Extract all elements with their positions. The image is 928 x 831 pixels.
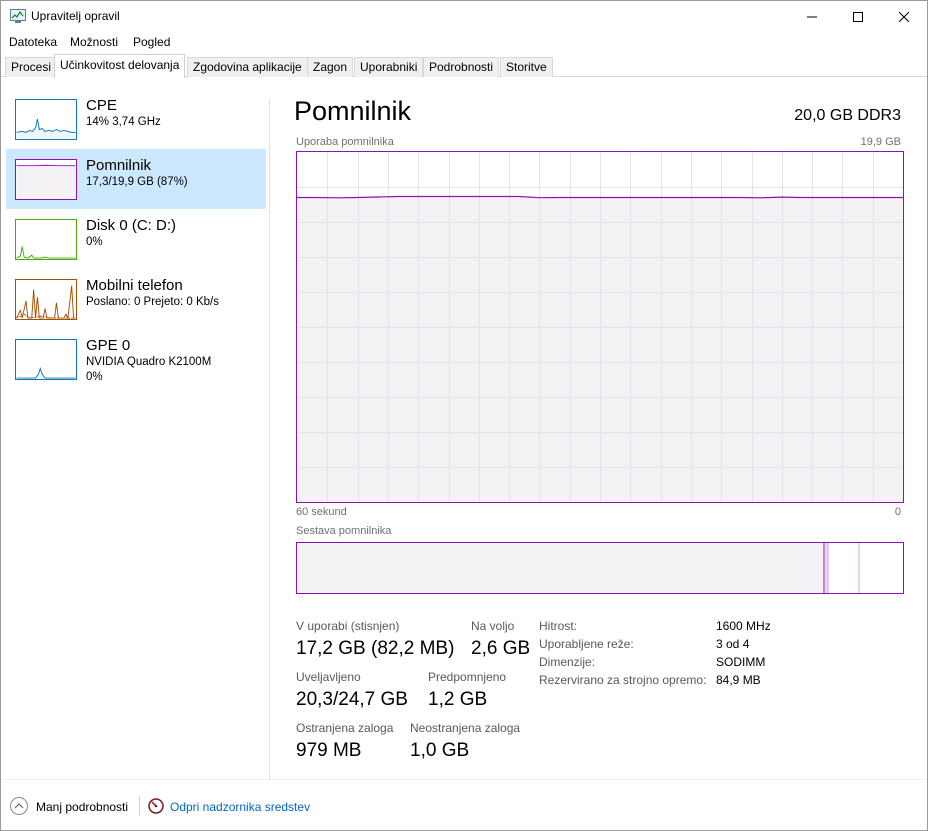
sidebar-item-memory-name: Pomnilnik	[86, 157, 152, 174]
tab-performance[interactable]: Učinkovitost delovanja	[54, 54, 186, 78]
memory-composition-chart	[297, 543, 860, 593]
tab-app-history[interactable]: Zgodovina aplikacije	[187, 57, 308, 77]
speed-value: 1600 MHz	[716, 619, 771, 633]
tab-bar: Procesi Učinkovitost delovanja Zgodovina…	[1, 54, 927, 78]
resource-sidebar: CPE 14% 3,74 GHz Pomnilnik 17,3/19,9 GB …	[1, 77, 271, 777]
fewer-details-button[interactable]: Manj podrobnosti	[36, 800, 128, 814]
page-title: Pomnilnik	[294, 96, 412, 126]
form-factor-value: SODIMM	[716, 655, 766, 669]
menu-bar: Datoteka Možnosti Pogled	[1, 32, 927, 52]
nonpaged-pool-label: Neostranjena zaloga	[410, 721, 521, 735]
sidebar-item-cpu-value: 14% 3,74 GHz	[86, 116, 161, 128]
sidebar-item-gpu-model: NVIDIA Quadro K2100M	[86, 356, 212, 368]
chevron-up-icon[interactable]	[10, 797, 28, 815]
sidebar-item-memory[interactable]: Pomnilnik 17,3/19,9 GB (87%)	[6, 149, 266, 209]
network-graph-thumbnail	[15, 279, 77, 320]
in-use-label: V uporabi (stisnjen)	[296, 619, 400, 633]
task-manager-app-icon	[10, 9, 26, 23]
footer-bar: Manj podrobnosti Odpri nadzornika sredst…	[1, 779, 927, 831]
committed-label: Uveljavljeno	[296, 670, 361, 684]
sidebar-item-gpu-name: GPE 0	[86, 337, 131, 354]
paged-pool-label: Ostranjena zaloga	[296, 721, 394, 735]
menu-view[interactable]: Pogled	[133, 35, 170, 49]
graph-time-end: 0	[894, 506, 901, 518]
resource-monitor-icon	[148, 798, 164, 814]
maximize-button[interactable]	[835, 1, 881, 32]
form-factor-label: Dimenzije:	[539, 655, 596, 669]
sidebar-item-network-name: Mobilni telefon	[86, 277, 183, 294]
tab-processes[interactable]: Procesi	[5, 57, 58, 77]
panel-divider	[269, 99, 270, 779]
paged-pool-value: 979 MB	[296, 740, 362, 761]
sidebar-item-disk[interactable]: Disk 0 (C: D:) 0%	[6, 209, 266, 269]
memory-usage-graph-max: 19,9 GB	[860, 136, 901, 148]
tab-services[interactable]: Storitve	[500, 57, 553, 77]
sidebar-item-memory-value: 17,3/19,9 GB (87%)	[86, 176, 188, 188]
cached-value: 1,2 GB	[428, 689, 488, 710]
tab-startup[interactable]: Zagon	[307, 57, 354, 77]
close-icon	[899, 11, 909, 22]
graph-time-start: 60 sekund	[296, 506, 347, 518]
memory-composition-bar	[296, 542, 904, 594]
slots-value: 3 od 4	[716, 637, 750, 651]
memory-usage-graph-label: Uporaba pomnilnika	[296, 136, 394, 148]
in-use-value: 17,2 GB (82,2 MB)	[296, 638, 455, 659]
menu-options[interactable]: Možnosti	[70, 35, 118, 49]
slots-label: Uporabljene reže:	[539, 637, 634, 651]
committed-value: 20,3/24,7 GB	[296, 689, 408, 710]
close-button[interactable]	[881, 1, 927, 32]
minimize-button[interactable]	[789, 1, 835, 32]
disk-graph-thumbnail	[15, 219, 77, 260]
memory-composition-label: Sestava pomnilnika	[296, 525, 392, 537]
footer-separator	[139, 796, 140, 816]
hardware-reserved-label: Rezervirano za strojno opremo:	[539, 673, 707, 687]
menu-file[interactable]: Datoteka	[9, 35, 57, 49]
tab-details[interactable]: Podrobnosti	[423, 57, 500, 77]
sidebar-item-cpu-name: CPE	[86, 97, 117, 114]
memory-usage-graph	[296, 151, 904, 503]
window-title: Upravitelj opravil	[31, 9, 120, 23]
cpu-graph-thumbnail	[15, 99, 77, 140]
task-manager-window: Upravitelj opravil Datoteka Možnosti Pog…	[0, 0, 928, 831]
sidebar-item-gpu[interactable]: GPE 0 NVIDIA Quadro K2100M 0%	[6, 329, 266, 389]
nonpaged-pool-value: 1,0 GB	[410, 740, 470, 761]
sidebar-item-disk-value: 0%	[86, 236, 103, 248]
tab-users[interactable]: Uporabniki	[354, 57, 424, 77]
hardware-reserved-value: 84,9 MB	[716, 673, 761, 687]
memory-graph-thumbnail	[15, 159, 77, 200]
composition-in-use	[297, 543, 824, 593]
open-resource-monitor-link[interactable]: Odpri nadzornika sredstev	[170, 800, 310, 814]
minimize-icon	[807, 16, 817, 17]
memory-spec: 20,0 GB DDR3	[794, 107, 901, 124]
cached-label: Predpomnjeno	[428, 670, 507, 684]
sidebar-item-gpu-value: 0%	[86, 371, 103, 383]
sidebar-item-network-value: Poslano: 0 Prejeto: 0 Kb/s	[86, 296, 219, 308]
speed-label: Hitrost:	[539, 619, 578, 633]
sidebar-item-cpu[interactable]: CPE 14% 3,74 GHz	[6, 89, 266, 149]
memory-usage-chart	[297, 152, 903, 502]
gpu-graph-thumbnail	[15, 339, 77, 380]
available-value: 2,6 GB	[471, 638, 531, 659]
maximize-icon	[853, 11, 863, 22]
title-bar: Upravitelj opravil	[1, 1, 927, 32]
sidebar-item-disk-name: Disk 0 (C: D:)	[86, 217, 176, 234]
sidebar-item-network[interactable]: Mobilni telefon Poslano: 0 Prejeto: 0 Kb…	[6, 269, 266, 329]
available-label: Na voljo	[471, 619, 515, 633]
